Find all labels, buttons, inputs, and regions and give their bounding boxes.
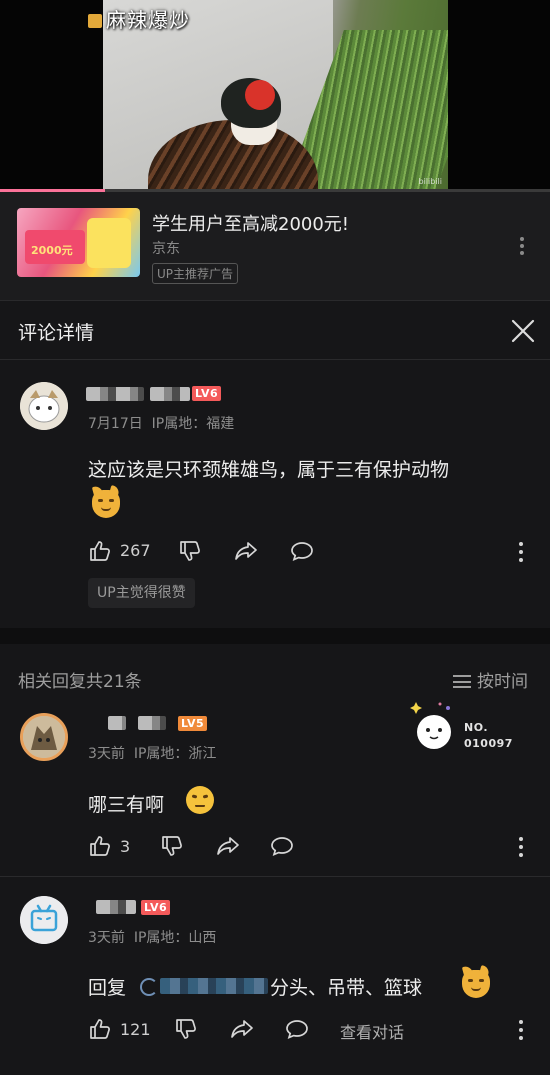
username-blurred[interactable] [96,900,136,914]
comment-ip: IP属地：浙江 [133,746,217,762]
view-conversation-link[interactable]: 查看对话 [340,1019,404,1043]
dislike-icon[interactable] [174,1017,198,1041]
username-blurred[interactable] [150,387,190,401]
avatar[interactable] [20,713,68,761]
share-icon[interactable] [230,1017,254,1041]
like-icon[interactable] [88,834,112,858]
reply-text: 分头、吊带、篮球 [270,977,423,999]
like-count: 3 [120,837,131,856]
ad-title[interactable]: 学生用户至高减2000元! [152,210,349,236]
comment-meta: 7月17日 IP属地：福建 [88,413,234,433]
dog-emoji-icon [462,970,490,998]
video-caption: 麻辣爆炒 [88,4,190,33]
page-title: 评论详情 [18,322,95,344]
mention-icon [140,978,158,996]
avatar[interactable] [20,896,68,944]
mention-username-blurred[interactable] [160,978,268,994]
ad-card[interactable]: 2000元 [0,192,550,300]
comment-text: 这应该是只环颈雉雄鸟，属于三有保护动物 [88,459,450,481]
bird-face [245,80,275,110]
video-caption-text: 麻辣爆炒 [106,8,190,32]
up-liked-badge: UP主觉得很赞 [88,578,195,608]
dog-emoji-icon [92,490,120,518]
video-player[interactable]: bilibili 麻辣爆炒 [0,0,550,192]
more-icon[interactable] [517,1018,525,1042]
ad-brand: 京东 [152,241,180,257]
comment-icon[interactable] [290,539,314,563]
sort-button[interactable]: 按时间 [453,667,528,692]
divider [0,876,550,877]
fan-number: NO. 010097 [464,720,513,752]
share-icon[interactable] [216,834,240,858]
fan-number-text: NO. 010097 [464,721,513,750]
ad-more-icon[interactable] [512,234,532,258]
level-badge: LV6 [192,386,222,401]
more-icon[interactable] [517,540,525,564]
username-blurred[interactable] [86,387,144,401]
like-icon[interactable] [88,539,112,563]
username-blurred[interactable] [108,716,126,730]
reply-prefix: 回复 [88,977,127,999]
comment-ip: IP属地：山西 [133,930,217,946]
replies-count-title: 相关回复共21条 [18,672,142,692]
like-count: 121 [120,1020,151,1039]
comment-icon[interactable] [270,834,294,858]
doubt-emoji-icon [186,786,214,814]
ad-thumb-text: 2000元 [31,244,73,257]
share-icon[interactable] [234,539,258,563]
comment-time: 3天前 [88,930,125,946]
sort-label: 按时间 [477,672,528,692]
like-icon[interactable] [88,1017,112,1041]
comment-meta: 3天前 IP属地：山西 [88,927,216,947]
ad-thumbnail[interactable]: 2000元 [17,208,140,277]
comment-date: 7月17日 [88,416,143,432]
fan-badge-icon[interactable] [410,700,456,752]
thumb-icon [88,14,102,28]
dislike-icon[interactable] [160,834,184,858]
comment-meta: 3天前 IP属地：浙江 [88,743,216,763]
comment-ip: IP属地：福建 [151,416,235,432]
level-badge: LV5 [178,716,208,731]
avatar[interactable] [20,382,68,430]
comment-icon[interactable] [285,1017,309,1041]
like-count: 267 [120,541,151,560]
username-blurred[interactable] [138,716,166,730]
more-icon[interactable] [517,835,525,859]
ad-tag: UP主推荐广告 [152,263,239,284]
comment-time: 3天前 [88,746,125,762]
dislike-icon[interactable] [178,539,202,563]
video-watermark: bilibili [418,177,443,186]
close-icon[interactable] [510,318,536,344]
section-separator [0,628,550,644]
reply-text: 哪三有啊 [88,794,165,816]
ad-thumb-shape [87,218,131,268]
level-badge: LV6 [141,900,171,915]
sort-icon [453,675,471,688]
